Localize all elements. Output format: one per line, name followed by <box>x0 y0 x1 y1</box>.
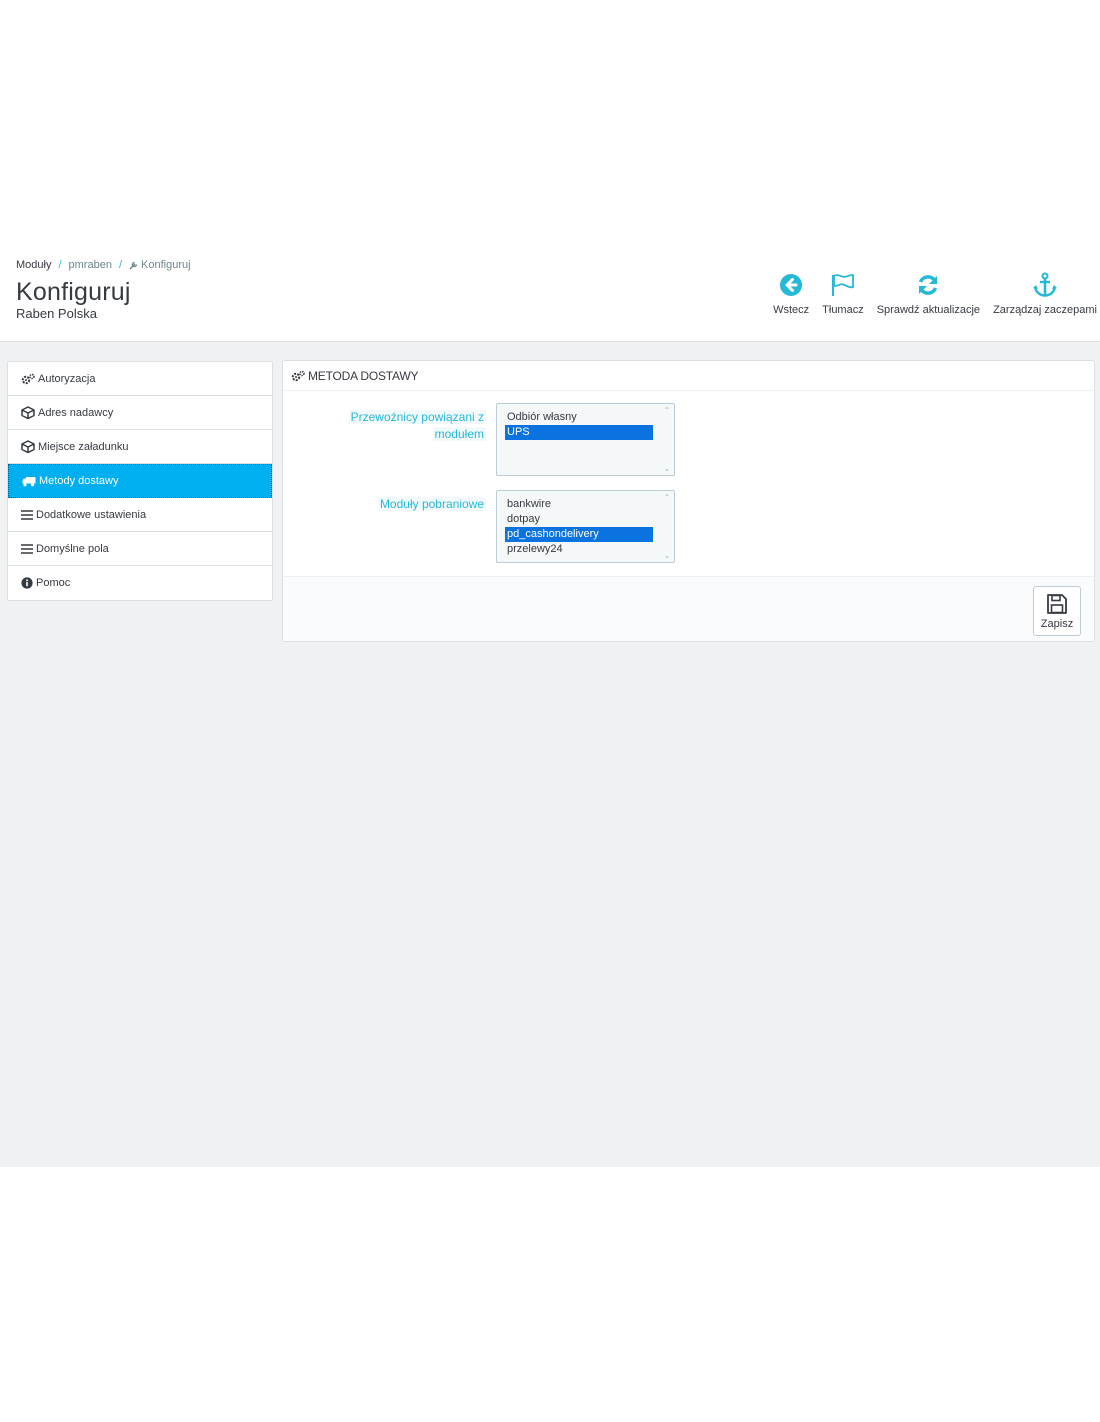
cod-module-option[interactable]: bankwire <box>505 497 653 512</box>
breadcrumb-separator: / <box>58 259 62 271</box>
save-button-label: Zapisz <box>1040 617 1074 630</box>
sidebar-item-sender-address[interactable]: Adres nadawcy <box>8 396 272 430</box>
manage-hooks-button-label: Zarządzaj zaczepami <box>993 304 1097 316</box>
list-icon <box>21 509 33 520</box>
carriers-multiselect[interactable]: Odbiór własny UPS ⌃ ⌄ <box>496 403 675 476</box>
sidebar-menu: Autoryzacja Adres nadawcy Miejsce załadu… <box>7 361 273 601</box>
wrench-icon <box>129 261 138 270</box>
scroll-up-icon[interactable]: ⌃ <box>664 406 671 415</box>
truck-icon <box>22 476 36 486</box>
carrier-option-selected[interactable]: UPS <box>505 425 653 440</box>
cod-modules-label: Moduły pobraniowe <box>377 496 486 513</box>
breadcrumb-current: Konfiguruj <box>129 259 191 271</box>
panel-footer: Zapisz <box>283 576 1094 641</box>
sidebar-item-label: Adres nadawcy <box>38 406 114 419</box>
sidebar-item-delivery-methods[interactable]: Metody dostawy <box>8 464 272 498</box>
scroll-down-icon[interactable]: ⌄ <box>664 551 671 560</box>
check-updates-button-label: Sprawdź aktualizacje <box>876 304 981 316</box>
sidebar-item-label: Dodatkowe ustawienia <box>36 508 147 521</box>
list-icon <box>21 543 33 554</box>
page-header: Moduły / pmraben / Konfiguruj Konfiguruj… <box>0 248 1100 342</box>
breadcrumb-current-label: Konfiguruj <box>141 259 191 271</box>
scroll-up-icon[interactable]: ⌃ <box>664 493 671 502</box>
panel-heading-title: METODA DOSTAWY <box>308 368 419 383</box>
listbox-scrollbar[interactable]: ⌃ ⌄ <box>662 406 672 473</box>
cod-module-option[interactable]: przelewy24 <box>505 542 653 557</box>
page-subtitle: Raben Polska <box>16 306 97 321</box>
cube-icon <box>21 406 35 419</box>
toolbar: Wstecz Tłumacz Sprawdź aktualizacje Zarz… <box>760 270 1097 316</box>
delivery-method-panel: METODA DOSTAWY Przewoźnicy powiązani z m… <box>282 360 1095 642</box>
check-updates-button[interactable]: Sprawdź aktualizacje <box>877 270 980 316</box>
breadcrumb: Moduły / pmraben / Konfiguruj <box>16 259 191 271</box>
back-button-label: Wstecz <box>773 304 810 316</box>
cod-module-option-selected[interactable]: pd_cashondelivery <box>505 527 653 542</box>
breadcrumb-module-link[interactable]: pmraben <box>69 259 112 271</box>
sidebar-item-additional-settings[interactable]: Dodatkowe ustawienia <box>8 498 272 532</box>
content-area: Autoryzacja Adres nadawcy Miejsce załadu… <box>0 342 1100 1167</box>
translate-button[interactable]: Tłumacz <box>822 270 864 316</box>
cogs-icon <box>21 373 35 384</box>
breadcrumb-separator: / <box>118 259 123 271</box>
breadcrumb-modules-link[interactable]: Moduły <box>16 259 51 271</box>
manage-hooks-button[interactable]: Zarządzaj zaczepami <box>993 270 1097 316</box>
sidebar-item-default-fields[interactable]: Domyślne pola <box>8 532 272 566</box>
sidebar-item-label: Domyślne pola <box>36 542 109 555</box>
refresh-icon <box>919 275 938 295</box>
anchor-icon <box>1033 272 1058 297</box>
cogs-icon <box>291 370 305 381</box>
scroll-down-icon[interactable]: ⌄ <box>664 464 671 473</box>
cube-icon <box>21 440 35 453</box>
carriers-label-line1: Przewoźnicy powiązani z <box>348 410 486 424</box>
cod-module-option[interactable]: dotpay <box>505 512 653 527</box>
back-button[interactable]: Wstecz <box>773 270 809 316</box>
sidebar-item-label: Miejsce załadunku <box>38 440 129 453</box>
sidebar-item-help[interactable]: Pomoc <box>8 566 272 600</box>
floppy-disk-icon <box>1047 593 1067 614</box>
arrow-left-circle-icon <box>780 274 803 296</box>
carriers-label: Przewoźnicy powiązani z modułem <box>348 409 486 443</box>
panel-heading: METODA DOSTAWY <box>283 361 1094 391</box>
sidebar-item-label: Metody dostawy <box>39 475 119 487</box>
info-icon <box>21 577 33 589</box>
translate-button-label: Tłumacz <box>822 304 864 316</box>
carrier-option[interactable]: Odbiór własny <box>505 410 653 425</box>
cod-modules-multiselect[interactable]: bankwire dotpay pd_cashondelivery przele… <box>496 490 675 563</box>
save-button[interactable]: Zapisz <box>1033 586 1081 636</box>
sidebar-item-authorization[interactable]: Autoryzacja <box>8 362 272 396</box>
sidebar-item-label: Pomoc <box>36 577 71 589</box>
flag-icon <box>831 274 854 296</box>
cod-modules-label-text: Moduły pobraniowe <box>377 497 486 511</box>
sidebar-item-loading-place[interactable]: Miejsce załadunku <box>8 430 272 464</box>
page-title: Konfiguruj <box>16 278 131 306</box>
listbox-scrollbar[interactable]: ⌃ ⌄ <box>662 493 672 560</box>
sidebar-item-label: Autoryzacja <box>38 372 96 385</box>
carriers-label-line2: modułem <box>432 427 486 441</box>
